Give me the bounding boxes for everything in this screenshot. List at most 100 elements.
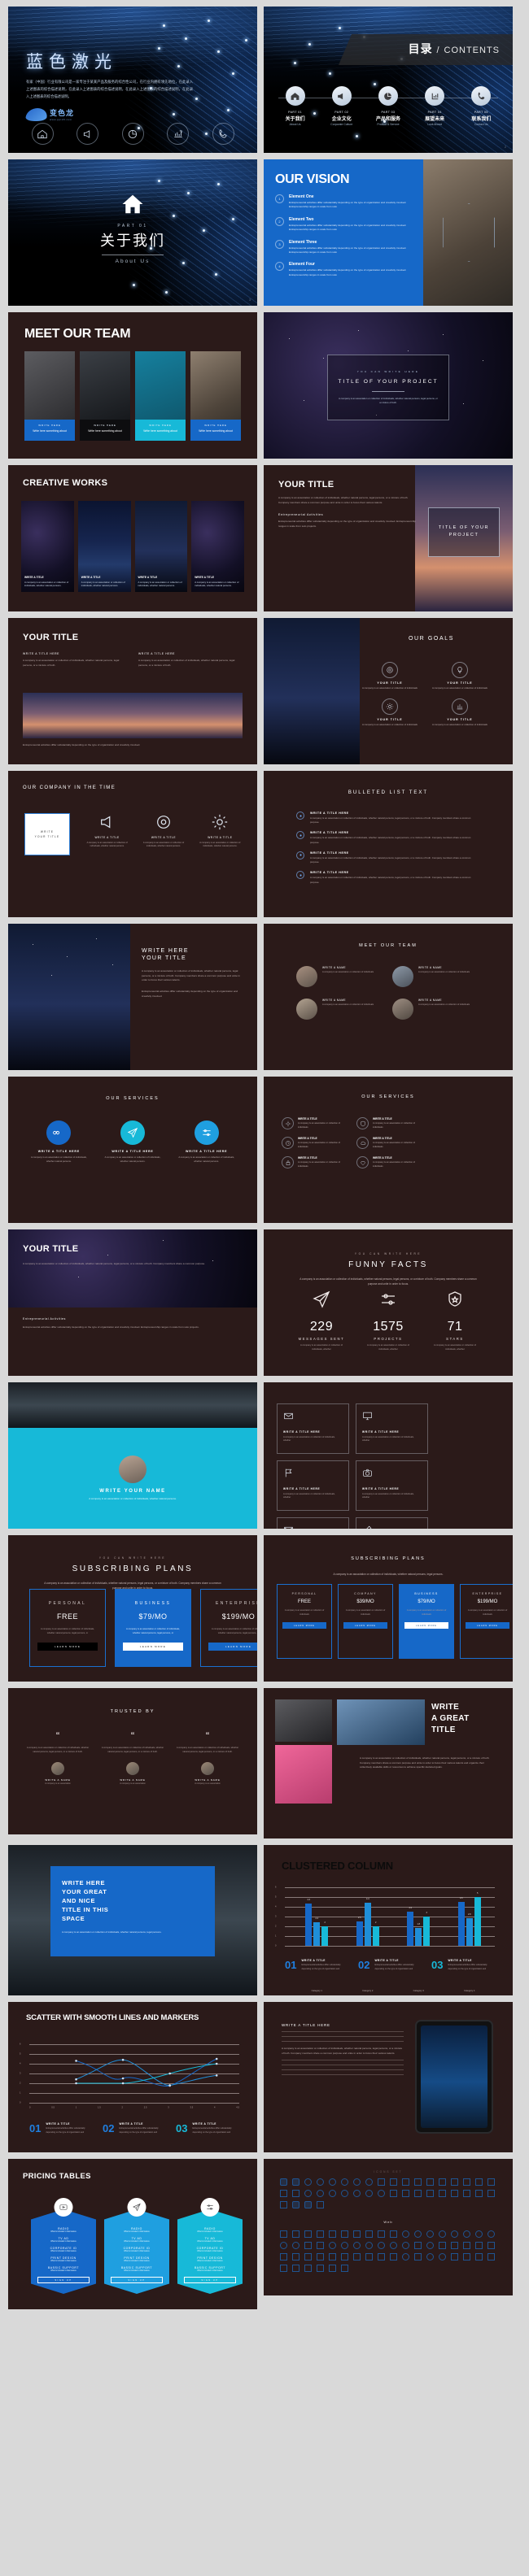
slide-trusted-by[interactable]: TRUSTED BY “ A company is an association … xyxy=(8,1688,257,1834)
icon-card[interactable]: WRITE A TITLE HEREA company is an associ… xyxy=(277,1403,349,1454)
icon-card[interactable]: WRITE A TITLE HEREA company is an associ… xyxy=(356,1460,428,1511)
slide-your-title-c[interactable]: YOUR TITLE A company is an association o… xyxy=(8,1229,257,1376)
slide-creative-works[interactable]: CREATIVE WORKS WRITE A TITLE A company is… xyxy=(8,465,257,611)
goal-cell[interactable]: YOUR TITLE A company is an association or… xyxy=(431,662,488,690)
slide-scatter-smooth-lines-chart[interactable]: SCATTER WITH SMOOTH LINES AND MARKERS 6 … xyxy=(8,2002,257,2152)
plan-card-enterprise[interactable]: ENTERPRISE $199/MO A company is an assoc… xyxy=(200,1589,257,1667)
slide-company-timeline[interactable]: OUR COMPANY IN THE TIME WRITE YOUR TITLE… xyxy=(8,771,257,917)
contents-item-5[interactable]: PART 05 联系我们 Contact Us xyxy=(458,86,504,126)
goal-grid: YOUR TITLE A company is an association or… xyxy=(361,662,501,727)
timeline-step[interactable]: WRITE A TITLE A company is an associatio… xyxy=(83,813,131,849)
learn-more-button[interactable]: LEARN MORE xyxy=(123,1643,183,1651)
learn-more-button[interactable]: LEARN MORE xyxy=(466,1622,509,1629)
learn-more-button[interactable]: LEARN MORE xyxy=(37,1643,98,1651)
contents-item-4[interactable]: PART 04 展望未来 Look Ahead xyxy=(412,86,457,126)
plan-card[interactable]: ENTERPRISE $199/MO A company is an associa… xyxy=(460,1584,513,1659)
slide-our-vision[interactable]: OUR VISION 1 Element One Entrepreneurial… xyxy=(264,159,513,306)
icon-card[interactable]: WRITE A TITLE HEREA company is an associ… xyxy=(356,1403,428,1454)
slide-blue-panel-title[interactable]: WRITE HERE YOUR GREAT AND NICE TITLE IN … xyxy=(8,1845,257,1995)
slide-subscribing-plans-4[interactable]: SUBSCRIBING PLANS A company is an associ… xyxy=(264,1535,513,1682)
slide-your-title-a[interactable]: YOUR TITLE A company is an association o… xyxy=(264,465,513,611)
slide-write-a-great-title[interactable]: WRITE A GREAT TITLE A company is an asso… xyxy=(264,1688,513,1838)
team-card[interactable]: WRITE HERE Write here something about xyxy=(135,351,186,441)
service-cell[interactable]: WRITE A TITLE A company is an association… xyxy=(282,1156,347,1169)
slide-six-icon-cards[interactable]: WRITE A TITLE HERE A company is an associ… xyxy=(264,1382,513,1529)
megaphone-icon[interactable] xyxy=(77,123,98,145)
plan-card-business[interactable]: BUSINESS $79/MO A company is an associat… xyxy=(115,1589,191,1667)
slide-meet-our-team-2[interactable]: MEET OUR TEAM WRITE A NAME A company is … xyxy=(264,924,513,1070)
goal-cell[interactable]: YOUR TITLE A company is an association or… xyxy=(431,698,488,727)
growth-chart-icon[interactable] xyxy=(167,123,189,145)
service-cell[interactable]: WRITE A TITLE HERE A company is an assoc… xyxy=(175,1120,238,1164)
slide-cover[interactable]: 蓝色激光 有家（中国）行业有限公司是一家专注于某某产品及服务的综合性公司，在行业… xyxy=(8,7,257,153)
bullet-row[interactable]: WRITE A TITLE HERE A company is an associ… xyxy=(296,831,480,844)
pricing-column[interactable]: RADIO What is included in that feature TV… xyxy=(31,2198,96,2294)
sign-up-button[interactable]: SIGN UP xyxy=(37,2277,90,2283)
slide-contents[interactable]: 目录 / CONTENTS PART 01 关于我们 About Us PART… xyxy=(264,7,513,153)
person-card[interactable]: WRITE A NAME A company is an association… xyxy=(392,999,474,1020)
pie-chart-icon[interactable] xyxy=(121,123,144,145)
learn-more-button[interactable]: LEARN MORE xyxy=(282,1622,326,1629)
slide-section-about-us[interactable]: PART 01 关于我们 About Us 3 xyxy=(8,159,257,306)
slide-mobile-mockup[interactable]: WRITE A TITLE HERE A company is an assoc… xyxy=(264,2002,513,2152)
creative-card[interactable]: WRITE A TITLE A company is an association… xyxy=(21,501,74,592)
pricing-column[interactable]: RADIO What is included in that feature TV… xyxy=(177,2198,243,2294)
bullet-row[interactable]: WRITE A TITLE HERE A company is an associ… xyxy=(296,851,480,864)
slide-pricing-tables-hex[interactable]: PRICING TABLES RADIO What is included in … xyxy=(8,2159,257,2309)
learn-more-button[interactable]: LEARN MORE xyxy=(404,1622,448,1629)
plan-card-personal[interactable]: PERSONAL FREE A company is an associatio… xyxy=(29,1589,106,1667)
service-cell[interactable]: WRITE A TITLE A company is an association… xyxy=(282,1117,347,1129)
slide-contact-card[interactable]: WRITE YOUR NAME A company is an associat… xyxy=(8,1382,257,1529)
creative-card[interactable]: WRITE A TITLE A company is an association… xyxy=(134,501,188,592)
icon-card[interactable]: WRITE A TITLE HEREA company is an associ… xyxy=(277,1517,349,1529)
slide-icon-library[interactable]: ICONS SET Web xyxy=(264,2159,513,2295)
contents-item-1[interactable]: PART 01 关于我们 About Us xyxy=(273,86,318,126)
bullet-row[interactable]: WRITE A TITLE HERE A company is an associ… xyxy=(296,871,480,884)
team-card[interactable]: WRITE HERE Write here something about xyxy=(24,351,75,441)
slide-our-goals[interactable]: OUR GOALS YOUR TITLE A company is an asso… xyxy=(264,618,513,764)
team-card[interactable]: WRITE HERE Write here something about xyxy=(80,351,130,441)
plan-card[interactable]: COMPANY $39/MO A company is an association… xyxy=(338,1584,393,1659)
service-cell[interactable]: WRITE A TITLE A company is an association… xyxy=(282,1137,347,1150)
team-card[interactable]: WRITE HERE Write here something about xyxy=(190,351,241,441)
slide-clustered-column-chart[interactable]: CLUSTERED COLUMN 6 5 4 3 2 1 0 4.3 2.4 2 2… xyxy=(264,1845,513,1995)
timeline-step[interactable]: WRITE A TITLE A company is an associatio… xyxy=(139,813,187,849)
contents-item-3[interactable]: PART 03 产品和服务 Product & Service xyxy=(365,86,411,126)
service-cell[interactable]: WRITE A TITLE A company is an association… xyxy=(356,1117,422,1129)
slide-your-title-b[interactable]: YOUR TITLE WRITE A TITLE HERE A company … xyxy=(8,618,257,764)
slide-our-services-6[interactable]: OUR SERVICES WRITE A TITLE A company is a… xyxy=(264,1077,513,1223)
service-cell[interactable]: WRITE A TITLE HERE A company is an assoc… xyxy=(102,1120,164,1164)
slide-bulleted-list[interactable]: BULLETED LIST TEXT WRITE A TITLE HERE A c… xyxy=(264,771,513,917)
service-cell[interactable]: WRITE A TITLE A company is an association… xyxy=(356,1137,422,1150)
contents-item-2[interactable]: PART 02 企业文化 Corporate Culture xyxy=(319,86,365,126)
bullet-row[interactable]: WRITE A TITLE HERE A company is an associ… xyxy=(296,812,480,825)
service-cell[interactable]: WRITE A TITLE A company is an association… xyxy=(356,1156,422,1169)
slide-project-title[interactable]: YOU CAN WRITE HERE TITLE OF YOUR PROJECT… xyxy=(264,312,513,459)
slide-meet-our-team[interactable]: MEET OUR TEAM WRITE HERE Write here some… xyxy=(8,312,257,459)
timeline-step[interactable]: WRITE A TITLE A company is an associatio… xyxy=(196,813,244,849)
icon-card[interactable]: WRITE A TITLE HEREA company is an associ… xyxy=(356,1517,428,1529)
slide-funny-facts[interactable]: YOU CAN WRITE HERE FUNNY FACTS A company… xyxy=(264,1229,513,1376)
person-card[interactable]: WRITE A NAME A company is an association… xyxy=(296,999,378,1020)
phone-icon[interactable] xyxy=(212,123,234,145)
pricing-column[interactable]: RADIO What is included in that feature TV… xyxy=(104,2198,169,2294)
creative-card[interactable]: WRITE A TITLE A company is an association… xyxy=(191,501,244,592)
goal-cell[interactable]: YOUR TITLE A company is an association or… xyxy=(361,662,418,690)
slide-write-here-your-title[interactable]: WRITE HERE YOUR TITLE A company is an as… xyxy=(8,924,257,1070)
sign-up-button[interactable]: SIGN UP xyxy=(184,2277,236,2283)
plan-card[interactable]: BUSINESS $79/MO A company is an associatio… xyxy=(399,1584,454,1659)
home-icon[interactable] xyxy=(31,123,54,145)
icon-card[interactable]: WRITE A TITLE HEREA company is an associ… xyxy=(277,1460,349,1511)
slide-our-services-3[interactable]: OUR SERVICES WRITE A TITLE HERE A compan… xyxy=(8,1077,257,1223)
goal-cell[interactable]: YOUR TITLE A company is an association or… xyxy=(361,698,418,727)
slide-subscribing-plans-3[interactable]: YOU CAN WRITE HERE SUBSCRIBING PLANS A c… xyxy=(8,1535,257,1682)
creative-card[interactable]: WRITE A TITLE A company is an association… xyxy=(77,501,131,592)
lead-text: A company is an association or collectio… xyxy=(299,1277,477,1286)
plan-card[interactable]: PERSONAL FREE A company is an association … xyxy=(277,1584,332,1659)
learn-more-button[interactable]: LEARN MORE xyxy=(343,1622,387,1629)
person-card[interactable]: WRITE A NAME A company is an association… xyxy=(392,966,474,987)
learn-more-button[interactable]: LEARN MORE xyxy=(208,1643,257,1651)
service-cell[interactable]: WRITE A TITLE HERE A company is an assoc… xyxy=(28,1120,90,1164)
sign-up-button[interactable]: SIGN UP xyxy=(111,2277,163,2283)
person-card[interactable]: WRITE A NAME A company is an association… xyxy=(296,966,378,987)
